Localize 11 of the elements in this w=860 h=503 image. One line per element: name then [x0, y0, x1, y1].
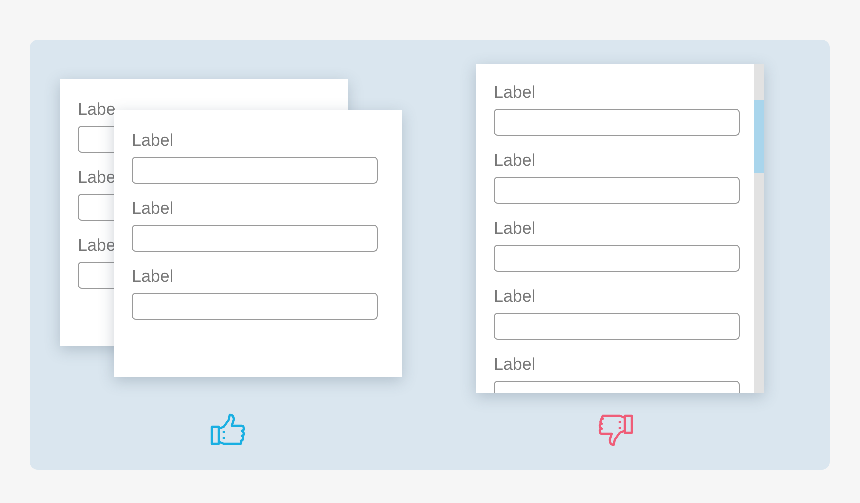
field-label: Label [494, 286, 536, 308]
field-label: Label [494, 354, 536, 376]
field-label: Label [494, 150, 536, 172]
field-label: Label [494, 82, 536, 104]
field-label: Labe [78, 235, 116, 257]
field-label: Label [132, 130, 174, 152]
field-label: Label [132, 198, 174, 220]
field-label: Label [494, 218, 536, 240]
field-label: Labe [78, 167, 116, 189]
field-label: Label [132, 266, 174, 288]
field-label: Labe [78, 99, 116, 121]
